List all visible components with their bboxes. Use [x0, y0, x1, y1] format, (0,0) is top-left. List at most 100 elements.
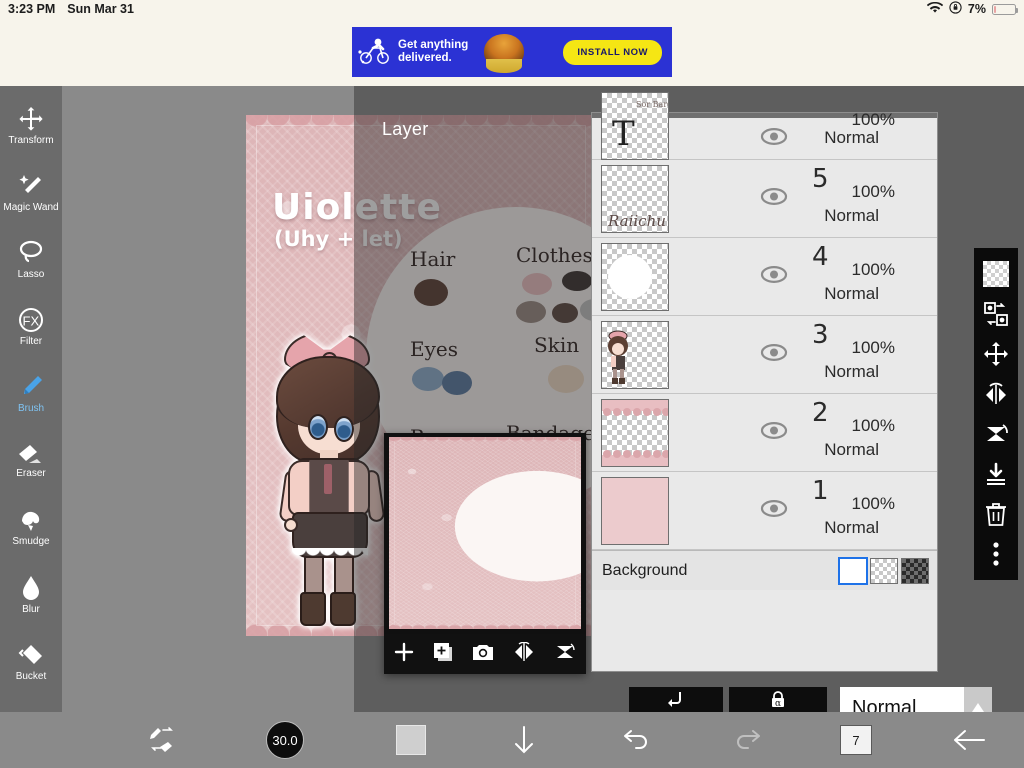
tool-label: Filter [19, 335, 43, 347]
bottom-toolbar: 30.0 7 [0, 712, 1024, 768]
layer-opacity: 100% [851, 416, 895, 435]
status-bar: 3:23 PM Sun Mar 31 7% [0, 0, 1024, 18]
tool-label: Brush [17, 402, 45, 414]
layers-count-button[interactable]: 7 [840, 725, 883, 766]
clipping-arrow-icon [666, 690, 686, 715]
tool-sidebar: Transform Magic Wand Lasso FX Filter Bru… [0, 86, 62, 749]
layer-number: 2 [812, 398, 829, 428]
merge-down-icon[interactable] [981, 459, 1011, 489]
eye-icon[interactable] [760, 265, 788, 288]
trash-icon[interactable] [981, 499, 1011, 529]
battery-percent: 7% [967, 2, 986, 16]
layer-thumbnail[interactable]: TSor Bard [601, 92, 669, 160]
svg-text:T: T [612, 114, 635, 154]
layer-number: 5 [812, 164, 829, 194]
tool-filter[interactable]: FX Filter [0, 293, 62, 360]
tool-label: Magic Wand [3, 201, 59, 213]
alpha-lock-icon: α [768, 690, 788, 715]
tool-label: Blur [22, 603, 40, 615]
svg-text:FX: FX [23, 313, 40, 328]
more-vertical-icon[interactable] [981, 539, 1011, 569]
layer-row[interactable]: TSor Bard 100% Normal [592, 92, 937, 160]
tool-label: Lasso [17, 268, 45, 280]
tool-eraser[interactable]: Eraser [0, 427, 62, 494]
tool-lasso[interactable]: Lasso [0, 226, 62, 293]
eye-icon[interactable] [760, 499, 788, 522]
layer-blend-mode: Normal [824, 362, 879, 381]
work-area: Hair Clothes Eyes Skin Bow Bandage Uiole… [0, 86, 1024, 768]
checker-icon[interactable] [981, 259, 1011, 289]
eye-icon[interactable] [760, 127, 788, 150]
layer-opacity: 100% [851, 338, 895, 357]
preview-thumbnail [389, 437, 581, 629]
layer-number: 4 [812, 242, 829, 272]
layer-thumbnail[interactable] [601, 477, 669, 545]
background-swatch-transparent-dark[interactable] [901, 557, 929, 584]
undo-icon[interactable] [620, 728, 652, 752]
swap-exchange-icon[interactable] [981, 299, 1011, 329]
ad-install-button[interactable]: INSTALL NOW [563, 39, 662, 65]
layer-action-rail [974, 248, 1018, 580]
eye-icon[interactable] [760, 343, 788, 366]
flip-horizontal-icon[interactable] [512, 641, 536, 667]
layer-number: 3 [812, 320, 829, 350]
layer-opacity: 100% [851, 110, 895, 129]
tool-magic-wand[interactable]: Magic Wand [0, 159, 62, 226]
wifi-icon [926, 1, 944, 17]
tool-brush[interactable]: Brush [0, 360, 62, 427]
app-screen: 3:23 PM Sun Mar 31 7% Get anything deliv… [0, 0, 1024, 768]
layer-row[interactable]: 2 100% Normal [592, 394, 937, 472]
layer-opacity: 100% [851, 260, 895, 279]
move-arrows-icon[interactable] [981, 339, 1011, 369]
tool-label: Bucket [15, 670, 47, 682]
tool-bucket[interactable]: Bucket [0, 628, 62, 695]
plus-icon[interactable] [393, 641, 415, 668]
svg-text:Sor Bard: Sor Bard [636, 100, 668, 109]
duplicate-square-plus-icon[interactable] [432, 641, 454, 668]
tool-blur[interactable]: Blur [0, 561, 62, 628]
preview-toolbar [384, 634, 586, 674]
layer-thumbnail[interactable] [601, 321, 669, 389]
layer-row[interactable]: Raiichu 5 100% Normal [592, 160, 937, 238]
layer-row[interactable]: 4 100% Normal [592, 238, 937, 316]
layer-blend-mode: Normal [824, 440, 879, 459]
background-swatch-transparent-light[interactable] [870, 557, 898, 584]
layer-panel[interactable]: TSor Bard 100% Normal Raiichu 5 100% Nor… [591, 92, 938, 672]
brush-eraser-swap-icon[interactable] [146, 726, 178, 754]
layer-opacity: 100% [851, 182, 895, 201]
arrow-down-icon[interactable] [512, 725, 536, 755]
flip-horizontal-icon[interactable] [981, 379, 1011, 409]
layer-blend-mode: Normal [824, 128, 879, 147]
redo-icon[interactable] [732, 728, 764, 752]
tool-smudge[interactable]: Smudge [0, 494, 62, 561]
tool-label: Eraser [16, 467, 46, 479]
eye-icon[interactable] [760, 187, 788, 210]
layer-thumbnail[interactable] [601, 243, 669, 311]
layer-preview-popup[interactable] [384, 433, 586, 674]
ad-headline-1: Get anything [398, 39, 469, 51]
background-row[interactable]: Background [592, 550, 937, 590]
status-time: 3:23 PM [8, 2, 56, 16]
ad-bar: Get anything delivered. INSTALL NOW [0, 18, 1024, 86]
tool-transform[interactable]: Transform [0, 92, 62, 159]
ad-headline-2: delivered. [398, 52, 452, 64]
background-swatch-white[interactable] [838, 556, 868, 585]
layer-blend-mode: Normal [824, 518, 879, 537]
color-swatch-button[interactable] [396, 725, 426, 755]
flip-vertical-icon[interactable] [553, 642, 577, 667]
flip-vertical-icon[interactable] [981, 419, 1011, 449]
status-date: Sun Mar 31 [67, 2, 134, 16]
svg-text:Raiichu: Raiichu [607, 212, 666, 230]
ad-banner[interactable]: Get anything delivered. INSTALL NOW [352, 27, 672, 77]
layer-thumbnail[interactable]: Raiichu [601, 165, 669, 233]
layer-row[interactable]: 3 100% Normal [592, 316, 937, 394]
arrow-left-icon[interactable] [952, 727, 986, 753]
layer-thumbnail[interactable] [601, 399, 669, 467]
eye-icon[interactable] [760, 421, 788, 444]
layer-row[interactable]: 1 100% Normal [592, 472, 937, 550]
cyclist-icon [352, 27, 398, 77]
brush-size-button[interactable]: 30.0 [266, 721, 304, 759]
camera-icon[interactable] [471, 642, 495, 667]
background-label: Background [602, 561, 688, 579]
svg-text:α: α [775, 699, 781, 709]
